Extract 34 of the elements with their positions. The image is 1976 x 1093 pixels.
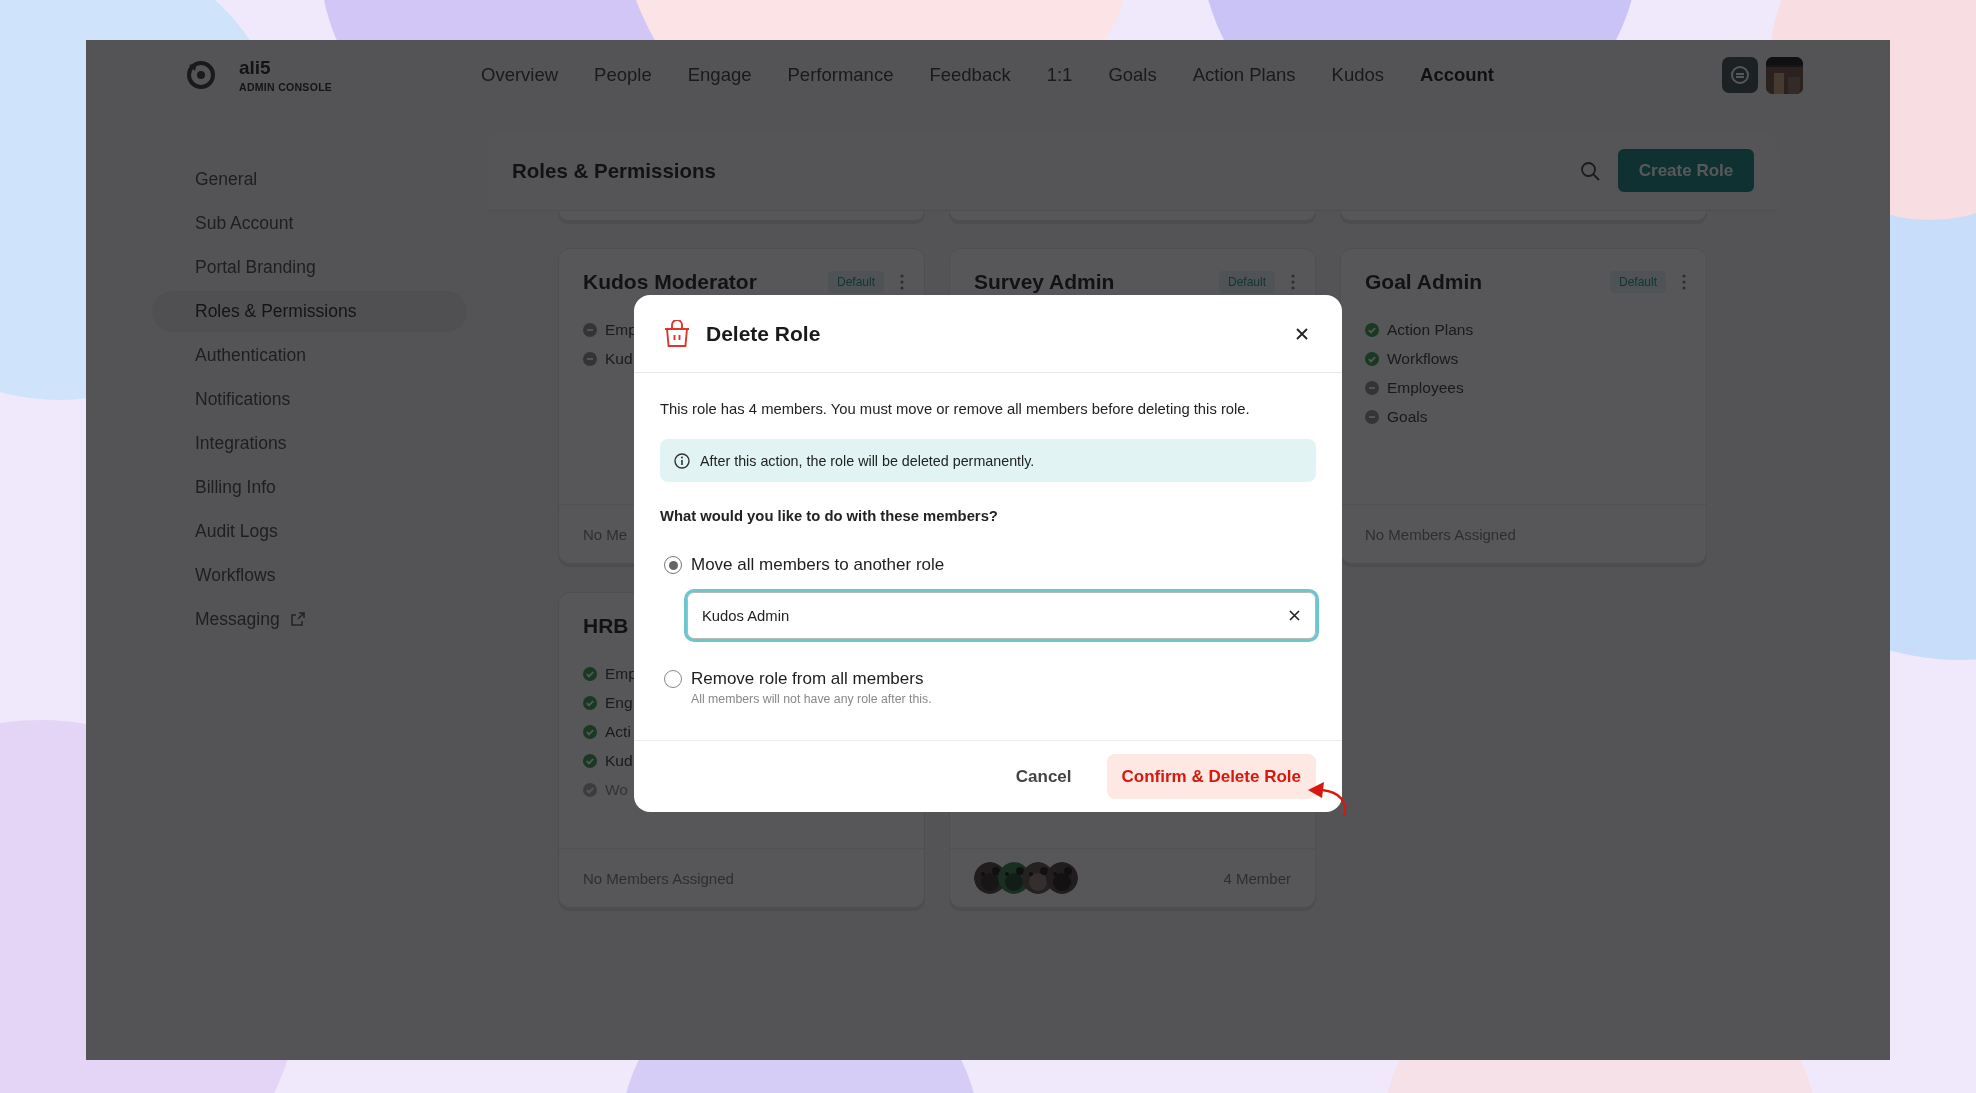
nav-link[interactable]: Engage [687,64,752,86]
role-title: Survey Admin [974,270,1115,294]
role-title: HRB [583,614,629,638]
permission-label: Workflows [1387,349,1459,368]
brand-subtitle: ADMIN CONSOLE [239,81,333,93]
dialog-message: This role has 4 members. You must move or remove all members before deleting this role. [660,401,1251,417]
permission-label: Acti [605,722,631,741]
permission-label: Action Plans [1387,320,1474,339]
annotation-arrow [1307,781,1349,817]
close-icon [1289,610,1300,621]
role-title: Kudos Moderator [583,270,757,294]
notice-text: After this action, the role will be deleted permanently. [700,452,1035,469]
dialog-title: Delete Role [706,321,822,346]
radio-button[interactable] [664,670,682,688]
permission-label: Employees [1387,378,1464,397]
brand-name: ali5 [239,57,272,79]
radio-button[interactable] [664,556,682,574]
option-label[interactable]: Move all members to another role [691,555,945,575]
nav-link[interactable]: People [594,64,652,86]
role-title: Goal Admin [1365,270,1483,294]
trash-icon [664,319,690,348]
permission-label: Kud [605,349,633,368]
panel-title: Roles & Permissions [512,158,717,183]
permission-label: Goals [1387,407,1428,426]
role-select-field[interactable]: Kudos Admin [687,592,1316,639]
close-icon [1296,327,1308,340]
info-icon [674,452,690,469]
permission-label: Kud [605,751,633,770]
permission-label: Eng [605,693,633,712]
option-hint: All members will not have any role after this. [691,692,933,706]
option-label[interactable]: Remove role from all members [691,669,924,689]
confirm-delete-button[interactable]: Confirm & Delete Role [1106,754,1316,799]
question-text: What would you like to do with these members? [660,508,999,524]
cancel-button[interactable]: Cancel [1000,754,1087,799]
